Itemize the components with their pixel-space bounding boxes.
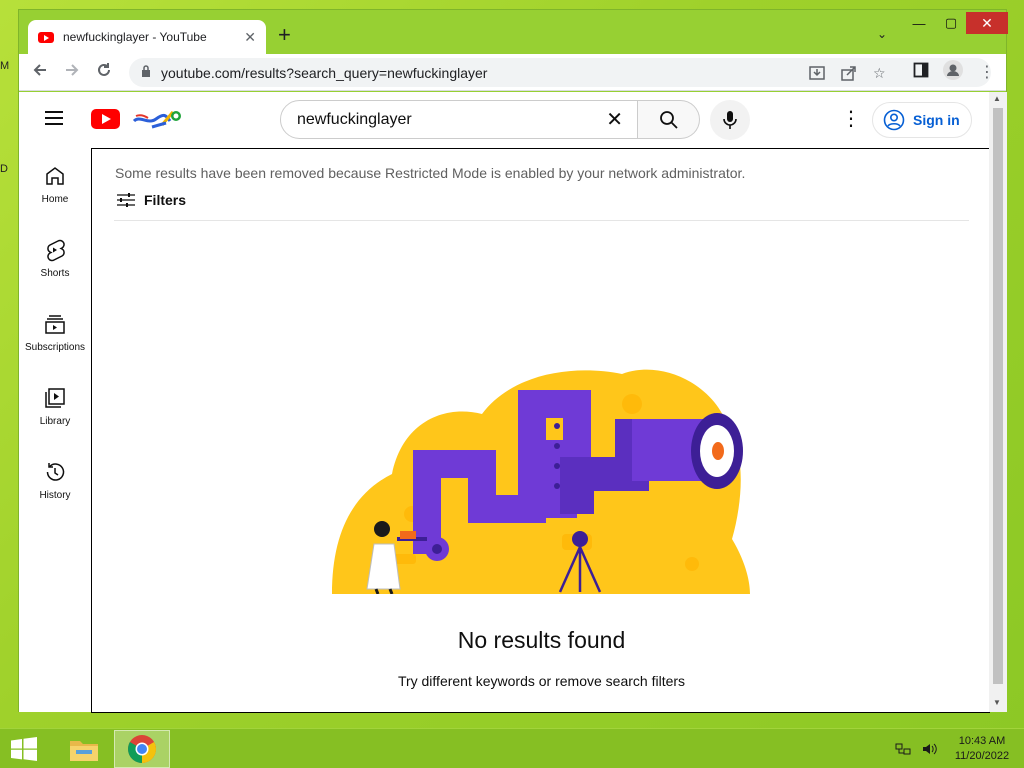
guide-label: Library	[39, 416, 71, 427]
divider	[114, 220, 969, 221]
taskbar: 10:43 AM 11/20/2022	[0, 728, 1024, 768]
youtube-logo-icon[interactable]	[91, 109, 120, 129]
address-bar[interactable]: youtube.com/results?search_query=newfuck…	[129, 58, 991, 87]
desktop-icon-fragment: M	[0, 60, 10, 72]
lock-icon	[142, 65, 150, 77]
menu-icon[interactable]	[45, 111, 63, 125]
filters-button[interactable]: Filters	[116, 192, 186, 208]
search-query-text: newfuckinglayer	[297, 110, 412, 128]
microphone-icon	[723, 111, 737, 129]
library-icon	[45, 388, 65, 408]
youtube-doodle-logo[interactable]	[132, 107, 188, 131]
clock-time: 10:43 AM	[958, 735, 1006, 747]
account-circle-icon	[883, 109, 905, 131]
guide-label: History	[39, 490, 71, 501]
guide-item-home[interactable]: Home	[19, 148, 91, 222]
guide-item-subscriptions[interactable]: Subscriptions	[19, 296, 91, 370]
scroll-down-arrow-icon[interactable]: ▼	[993, 698, 1001, 707]
network-icon[interactable]	[895, 741, 911, 757]
home-icon	[46, 167, 64, 185]
settings-kebab-icon[interactable]: ⋮	[841, 109, 861, 129]
clear-search-icon[interactable]: ✕	[606, 107, 623, 132]
maximize-button[interactable]: ▢	[935, 12, 967, 34]
sign-in-label: Sign in	[913, 112, 960, 128]
search-icon	[659, 110, 678, 129]
guide-label: Home	[41, 194, 69, 205]
back-arrow-icon[interactable]	[32, 62, 48, 83]
youtube-favicon-icon	[38, 31, 54, 43]
desktop-icon-fragment: D	[0, 163, 8, 175]
guide-item-shorts[interactable]: Shorts	[19, 222, 91, 296]
youtube-header: newfuckinglayer ✕ ⋮ Sign in	[19, 92, 989, 148]
guide-item-library[interactable]: Library	[19, 370, 91, 444]
shorts-icon	[47, 239, 65, 262]
filter-sliders-icon	[117, 193, 135, 207]
guide-label: Shorts	[40, 268, 70, 279]
subscriptions-icon	[45, 315, 65, 334]
taskbar-clock[interactable]: 10:43 AM 11/20/2022	[948, 734, 1016, 764]
no-results-hint: Try different keywords or remove search …	[397, 673, 686, 689]
forward-arrow-icon[interactable]	[64, 62, 80, 83]
sign-in-button[interactable]: Sign in	[872, 102, 972, 138]
profile-avatar-icon[interactable]	[943, 60, 963, 85]
close-window-button[interactable]: ✕	[966, 12, 1008, 34]
guide-label: Subscriptions	[24, 342, 86, 353]
guide-item-history[interactable]: History	[19, 444, 91, 518]
install-icon[interactable]	[809, 65, 825, 84]
chrome-icon	[128, 735, 156, 763]
youtube-page: newfuckinglayer ✕ ⋮ Sign in Home Shorts …	[19, 92, 990, 713]
no-results-illustration	[332, 369, 750, 594]
search-results-panel: Some results have been removed because R…	[91, 148, 990, 713]
tab-search-chevron-icon[interactable]: ⌄	[877, 27, 887, 41]
windows-start-icon[interactable]	[10, 737, 38, 761]
title-bar: newfuckinglayer - YouTube ✕ + ⌄ — ▢ ✕	[19, 10, 1008, 54]
browser-tab[interactable]: newfuckinglayer - YouTube ✕	[28, 20, 266, 54]
chrome-menu-icon[interactable]: ⋮	[979, 62, 995, 82]
folder-icon	[70, 741, 98, 761]
no-results-heading: No results found	[457, 627, 626, 653]
taskbar-chrome[interactable]	[114, 730, 170, 768]
browser-window: newfuckinglayer - YouTube ✕ + ⌄ — ▢ ✕ yo…	[18, 9, 1008, 713]
bookmark-star-icon[interactable]: ☆	[873, 65, 886, 82]
clock-date: 11/20/2022	[954, 750, 1010, 762]
volume-icon[interactable]	[921, 741, 937, 757]
browser-toolbar: youtube.com/results?search_query=newfuck…	[19, 54, 1006, 91]
filters-label: Filters	[144, 192, 187, 208]
close-tab-icon[interactable]: ✕	[244, 29, 256, 46]
system-tray	[895, 741, 937, 757]
tab-title: newfuckinglayer - YouTube	[63, 30, 207, 44]
search-button[interactable]	[638, 100, 700, 139]
url-text: youtube.com/results?search_query=newfuck…	[161, 65, 488, 81]
share-icon[interactable]	[841, 65, 857, 84]
history-icon	[46, 463, 65, 481]
scroll-up-arrow-icon[interactable]: ▲	[993, 94, 1001, 103]
minimize-button[interactable]: —	[903, 12, 935, 34]
taskbar-file-explorer[interactable]	[56, 730, 112, 768]
scroll-thumb[interactable]	[993, 108, 1003, 684]
voice-search-button[interactable]	[710, 100, 750, 140]
side-panel-icon[interactable]	[913, 62, 929, 83]
restricted-mode-notice: Some results have been removed because R…	[115, 165, 746, 181]
new-tab-button[interactable]: +	[278, 24, 291, 46]
reload-icon[interactable]	[96, 62, 112, 83]
search-input[interactable]: newfuckinglayer ✕	[280, 100, 638, 139]
page-scrollbar[interactable]: ▲ ▼	[989, 92, 1007, 712]
